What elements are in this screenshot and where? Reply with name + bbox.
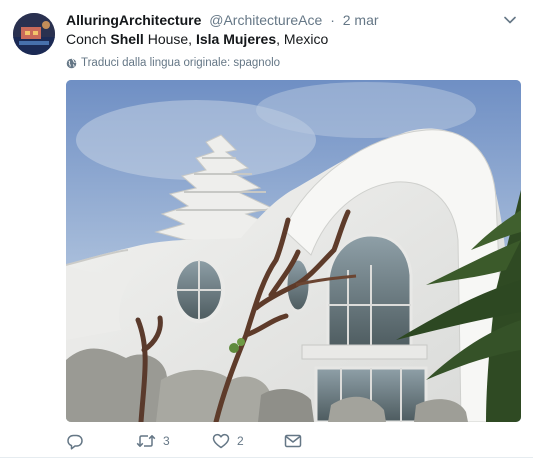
tweet-text: Conch Shell House, Isla Mujeres, Mexico — [66, 30, 328, 48]
direct-message-button[interactable] — [284, 431, 324, 451]
chevron-down-icon[interactable] — [501, 11, 519, 29]
tweet-header: AlluringArchitecture @ArchitectureAce · … — [66, 11, 519, 29]
retweet-icon — [136, 435, 156, 447]
conch-shell-house-photo — [66, 80, 521, 422]
display-name[interactable]: AlluringArchitecture — [66, 12, 201, 28]
retweet-count: 3 — [163, 434, 170, 448]
translate-label[interactable]: Traduci dalla lingua originale: spagnolo — [81, 56, 280, 70]
tweet-actions: 3 2 — [66, 431, 324, 451]
like-button[interactable]: 2 — [212, 431, 284, 451]
tweet-photo[interactable] — [66, 80, 521, 422]
translate-link[interactable]: Traduci dalla lingua originale: spagnolo — [66, 56, 280, 70]
tweet-card[interactable]: AlluringArchitecture @ArchitectureAce · … — [0, 0, 533, 458]
separator-dot: · — [330, 12, 335, 28]
tweet-text-part: , Mexico — [276, 31, 329, 47]
retweet-button[interactable]: 3 — [136, 431, 212, 451]
avatar-image — [13, 13, 55, 55]
globe-icon — [66, 58, 77, 68]
reply-button[interactable] — [66, 431, 136, 451]
user-handle[interactable]: @ArchitectureAce — [209, 12, 322, 28]
envelope-icon — [284, 434, 302, 448]
tweet-date[interactable]: 2 mar — [343, 12, 379, 28]
avatar[interactable] — [13, 13, 55, 55]
reply-icon — [67, 434, 83, 450]
tweet-text-bold-location: Isla Mujeres — [195, 31, 277, 47]
heart-icon — [212, 433, 230, 449]
tweet-text-bold-shell: Shell — [110, 31, 144, 47]
like-count: 2 — [237, 434, 244, 448]
tweet-text-part: House, — [143, 31, 196, 47]
tweet-text-part: Conch — [66, 31, 111, 47]
